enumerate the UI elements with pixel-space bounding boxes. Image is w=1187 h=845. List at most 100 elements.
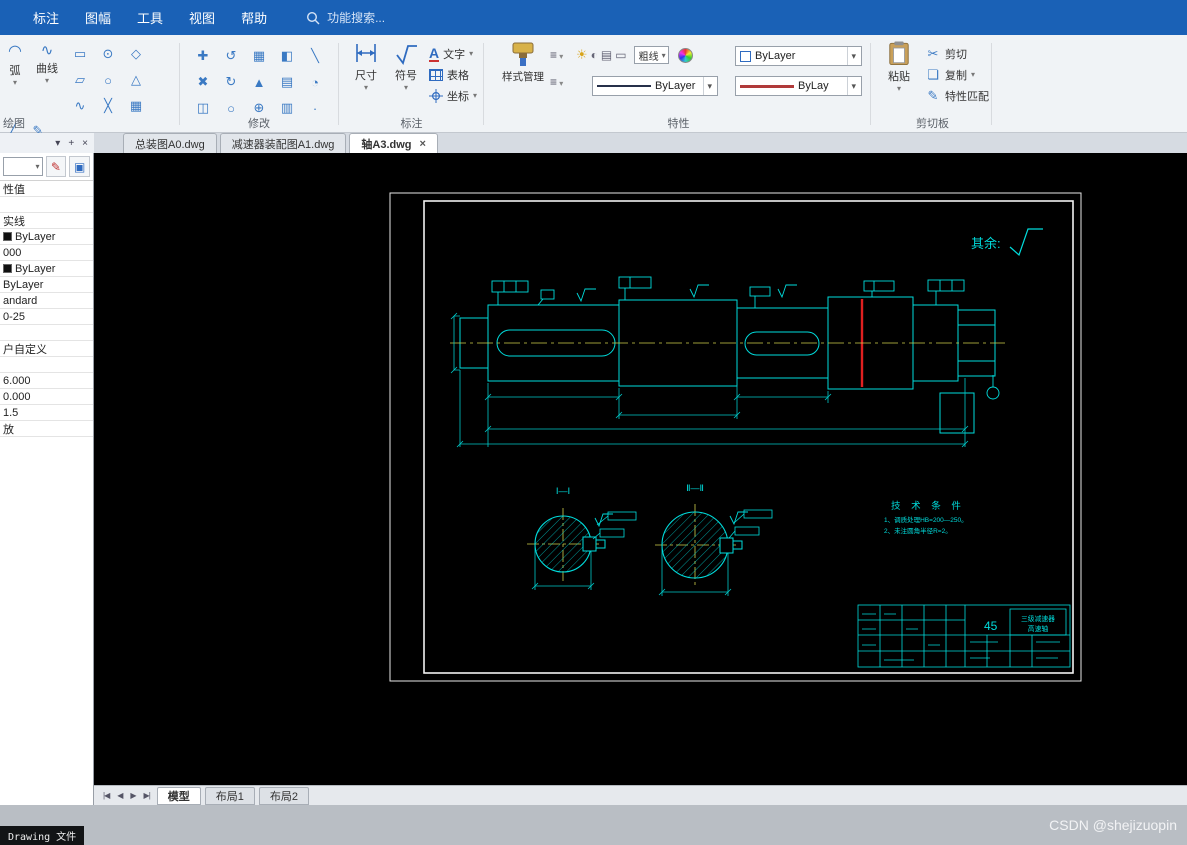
center-circle-icon[interactable]: ⊙ bbox=[94, 41, 122, 67]
array-icon[interactable]: ▦ bbox=[245, 43, 273, 69]
tab-model-label: 模型 bbox=[167, 790, 190, 803]
copy-button[interactable]: ❏ 复制 bbox=[925, 64, 989, 85]
palette-dropdown-icon[interactable]: ▾ bbox=[55, 138, 60, 149]
curve-dropdown-icon bbox=[45, 77, 49, 84]
doc-tab-assembly-a0[interactable]: 总装图A0.dwg bbox=[123, 133, 217, 153]
tab-layout1[interactable]: 布局1 bbox=[204, 786, 255, 805]
property-row-standard[interactable]: andard bbox=[0, 293, 93, 309]
symbol-button[interactable]: 符号 bbox=[387, 40, 425, 91]
diamond-icon[interactable]: ◇ bbox=[122, 41, 150, 67]
property-row[interactable] bbox=[0, 197, 93, 213]
property-row-value[interactable]: 1.5 bbox=[0, 405, 93, 421]
ribbon-group-clipboard: 粘贴 ✂ 剪切 ❏ 复制 ✎ 特性匹配 剪切板 bbox=[875, 35, 990, 133]
lineweight-dropdown-icon[interactable] bbox=[847, 77, 859, 95]
section-b-view bbox=[661, 511, 729, 579]
property-row[interactable] bbox=[0, 325, 93, 341]
style-manager-button[interactable]: 样式管理 bbox=[498, 40, 548, 84]
tab-layout2[interactable]: 布局2 bbox=[258, 786, 310, 805]
palette-combobox[interactable] bbox=[3, 157, 43, 176]
rotate-icon[interactable]: ↺ bbox=[217, 43, 245, 69]
property-row-color[interactable]: ByLayer bbox=[0, 229, 93, 245]
properties-group-label: 特性 bbox=[667, 118, 690, 130]
menu-help[interactable]: 帮助 bbox=[228, 1, 280, 34]
property-row-custom[interactable]: 户自定义 bbox=[0, 341, 93, 357]
tab-layout1-label: 布局1 bbox=[215, 790, 244, 803]
mirror-icon[interactable]: ◧ bbox=[273, 43, 301, 69]
palette-close-icon[interactable]: × bbox=[82, 138, 88, 149]
palette-pin-icon[interactable]: + bbox=[68, 138, 74, 149]
watermark-text: CSDN @shejizuopin bbox=[1049, 817, 1177, 833]
first-tab-icon[interactable]: |◀ bbox=[100, 791, 112, 800]
rotate-cw-icon[interactable]: ↻ bbox=[217, 69, 245, 95]
property-row-value[interactable]: 6.000 bbox=[0, 373, 93, 389]
command-file-label: Drawing 文件 bbox=[0, 826, 85, 845]
curve-button[interactable]: ∿ 曲线 bbox=[30, 41, 64, 84]
layer-plot-icon[interactable]: ▤ bbox=[601, 48, 612, 62]
cut-button[interactable]: ✂ 剪切 bbox=[925, 43, 989, 64]
color-wheel-icon[interactable] bbox=[677, 47, 693, 63]
style-list-icon-2[interactable]: ≡ bbox=[550, 75, 563, 89]
doc-tab-shaft-a3[interactable]: 轴A3.dwg × bbox=[349, 133, 438, 153]
dimension-button[interactable]: 尺寸 bbox=[347, 40, 385, 91]
color-dropdown-icon[interactable] bbox=[847, 47, 859, 65]
prev-tab-icon[interactable]: ◀ bbox=[114, 791, 125, 800]
layer-on-icon[interactable]: ☀ bbox=[576, 47, 588, 63]
color-swatch-icon bbox=[740, 50, 751, 62]
arc-button[interactable]: ◠ 弧 bbox=[0, 41, 30, 86]
style-list-icon[interactable]: ≡ bbox=[550, 48, 563, 62]
tab-model[interactable]: 模型 bbox=[156, 786, 201, 805]
layer-freeze-icon[interactable]: ◐ bbox=[591, 48, 598, 62]
coordinate-button[interactable]: 坐标 bbox=[429, 85, 477, 106]
property-row[interactable]: 放 bbox=[0, 421, 93, 437]
circle-icon[interactable]: ○ bbox=[94, 67, 122, 93]
menu-view[interactable]: 视图 bbox=[176, 1, 228, 34]
move-icon[interactable]: ✚ bbox=[189, 43, 217, 69]
annotate-group-label: 标注 bbox=[400, 118, 423, 130]
cut-icon: ✂ bbox=[927, 45, 939, 61]
linetype-value: ByLayer bbox=[655, 80, 696, 92]
copy-label: 复制 bbox=[945, 69, 967, 82]
rectangle-icon[interactable]: ▭ bbox=[66, 41, 94, 67]
erase-icon[interactable]: ✖ bbox=[189, 69, 217, 95]
property-row-value[interactable]: 0.000 bbox=[0, 389, 93, 405]
search-placeholder: 功能搜索... bbox=[327, 11, 386, 25]
linetype-combobox[interactable]: ByLayer bbox=[592, 76, 718, 96]
menu-tools[interactable]: 工具 bbox=[124, 1, 176, 34]
property-row[interactable]: 0-25 bbox=[0, 309, 93, 325]
menu-sheet[interactable]: 图幅 bbox=[72, 1, 124, 34]
lineweight-toggle[interactable]: 粗线 bbox=[633, 46, 669, 64]
ribbon-divider bbox=[483, 43, 484, 125]
paste-clipboard-icon bbox=[889, 41, 909, 66]
property-row-linetype[interactable]: 实线 bbox=[0, 213, 93, 229]
extend-icon[interactable]: ▲ bbox=[245, 69, 273, 95]
function-search-box[interactable]: 功能搜索... bbox=[306, 9, 385, 26]
property-label: 性值 bbox=[3, 183, 25, 196]
property-row-layer-color[interactable]: ByLayer bbox=[0, 261, 93, 277]
coordinate-dropdown-icon bbox=[473, 92, 477, 99]
scale-icon[interactable]: ▤ bbox=[273, 69, 301, 95]
tab-close-icon[interactable]: × bbox=[420, 138, 426, 150]
next-tab-icon[interactable]: ▶ bbox=[127, 791, 138, 800]
polygon-icon[interactable]: △ bbox=[122, 67, 150, 93]
property-row[interactable] bbox=[0, 357, 93, 373]
edit-pencil-icon[interactable]: ✎ bbox=[45, 156, 67, 177]
break-icon[interactable]: ◔ bbox=[301, 69, 329, 95]
paste-button[interactable]: 粘贴 bbox=[879, 40, 919, 92]
table-button[interactable]: 表格 bbox=[429, 64, 477, 85]
menu-annotate[interactable]: 标注 bbox=[20, 1, 72, 34]
lineweight-combobox[interactable]: ByLay bbox=[735, 76, 862, 96]
linetype-dropdown-icon[interactable] bbox=[703, 77, 715, 95]
property-row[interactable]: ByLayer bbox=[0, 277, 93, 293]
doc-tab-reducer-a1[interactable]: 减速器装配图A1.dwg bbox=[219, 133, 347, 153]
property-label: 实线 bbox=[3, 215, 25, 228]
layer-lock-icon[interactable]: ▭ bbox=[615, 48, 626, 62]
property-row[interactable]: 000 bbox=[0, 245, 93, 261]
match-properties-button[interactable]: ✎ 特性匹配 bbox=[925, 85, 989, 106]
offset-icon[interactable]: ╲ bbox=[301, 43, 329, 69]
last-tab-icon[interactable]: ▶| bbox=[141, 791, 153, 800]
layer-panel-icon[interactable]: ▣ bbox=[69, 156, 91, 177]
parallelogram-icon[interactable]: ▱ bbox=[66, 67, 94, 93]
drawing-canvas[interactable]: 其余: Ⅰ—Ⅰ Ⅱ—Ⅱ 技 术 条 件 1、调质处理HB=200—250。 2、… bbox=[94, 153, 1187, 785]
color-combobox[interactable]: ByLayer bbox=[735, 46, 862, 66]
text-button[interactable]: A 文字 bbox=[429, 43, 477, 64]
